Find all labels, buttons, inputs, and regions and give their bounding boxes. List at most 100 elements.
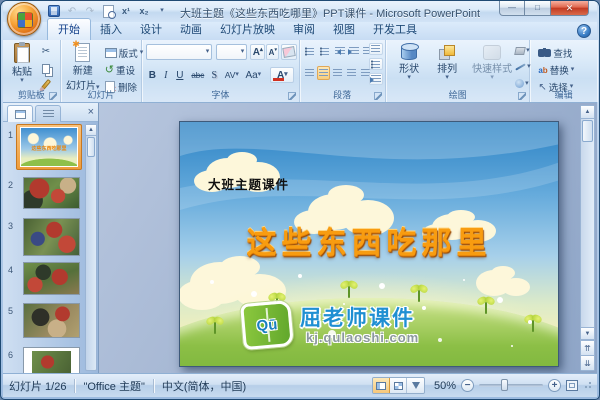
resize-grip[interactable]	[583, 381, 591, 390]
undo-button[interactable]: ↶	[65, 4, 79, 18]
slide-sorter-view-button[interactable]	[390, 378, 407, 393]
slide-thumbnail-4[interactable]	[23, 262, 80, 295]
shape-effects-button[interactable]: ▾	[515, 79, 529, 88]
slide-canvas[interactable]: 大班主题课件 这些东西吃那里 Qū 屈老师课件 kj.qulaoshi.com	[179, 121, 559, 367]
slide-subtitle-text[interactable]: 大班主题课件	[208, 174, 289, 193]
panel-scrollbar[interactable]: ▲	[85, 124, 97, 371]
panel-scroll-up-button[interactable]: ▲	[86, 125, 96, 136]
shrink-font-button[interactable]: A ▾	[266, 44, 280, 60]
minimize-button[interactable]: —	[499, 1, 525, 16]
copy-button[interactable]	[35, 61, 57, 76]
drawing-dialog-launcher[interactable]	[518, 92, 527, 100]
save-button[interactable]	[47, 4, 61, 18]
normal-view-button[interactable]	[373, 378, 390, 393]
previous-slide-button[interactable]: ⇈	[581, 340, 594, 355]
font-dialog-launcher[interactable]	[287, 92, 296, 100]
language-indicator[interactable]: 中文(简体，中国)	[162, 378, 246, 394]
slide-1-mini-title: 这些东西吃那里	[31, 146, 67, 152]
fit-to-window-button[interactable]	[566, 380, 578, 391]
paragraph-dialog-launcher[interactable]	[374, 92, 383, 100]
zoom-slider[interactable]	[479, 379, 543, 391]
slides-tab[interactable]	[7, 105, 33, 122]
convert-smartart-button[interactable]	[368, 73, 383, 85]
tab-design[interactable]: 设计	[131, 19, 171, 40]
tab-developer[interactable]: 开发工具	[364, 19, 426, 40]
text-shadow-button[interactable]: S	[208, 67, 220, 83]
slide-thumbnail-6[interactable]	[23, 347, 80, 373]
shape-outline-button[interactable]: ▾	[515, 63, 531, 71]
subscript-button[interactable]: x₂	[137, 4, 151, 18]
bullets-button[interactable]	[303, 44, 316, 58]
slide-thumbnail-2[interactable]	[23, 177, 80, 209]
editor-scrollbar-thumb[interactable]	[582, 120, 593, 142]
scroll-up-button[interactable]: ▲	[581, 106, 594, 119]
slide-thumbnail-5[interactable]	[23, 303, 80, 338]
quick-styles-button[interactable]: 快速样式 ▾	[468, 45, 516, 81]
qat-customize-button[interactable]: ▾	[155, 4, 169, 18]
text-direction-button[interactable]	[368, 43, 383, 55]
print-preview-button[interactable]	[101, 4, 116, 19]
help-button[interactable]: ?	[577, 24, 591, 38]
strikethrough-button[interactable]: abc	[189, 67, 206, 83]
font-name-combobox[interactable]: ▾	[146, 44, 213, 60]
zoom-in-button[interactable]: +	[548, 379, 561, 392]
tab-animations[interactable]: 动画	[171, 19, 211, 40]
slideshow-view-button[interactable]	[407, 378, 424, 393]
align-left-button[interactable]	[303, 66, 316, 80]
editor-scrollbar[interactable]: ▲ ▼ ⇈ ⇊	[580, 105, 595, 371]
panel-close-button[interactable]: ×	[88, 106, 94, 118]
tab-insert[interactable]: 插入	[91, 19, 131, 40]
underline-button[interactable]: U	[173, 67, 186, 83]
outline-tab[interactable]	[35, 105, 61, 122]
reset-button[interactable]: ↺ 重设	[105, 63, 135, 78]
tab-review[interactable]: 审阅	[284, 19, 324, 40]
character-spacing-button[interactable]: AV ▾	[222, 67, 241, 83]
theme-name[interactable]: "Office 主题"	[83, 378, 144, 394]
slide-thumbnail-1-selected[interactable]: 这些东西吃那里	[16, 124, 82, 170]
new-slide-button[interactable]: ✱ 新建 幻灯片▾	[63, 39, 103, 92]
increase-indent-button[interactable]	[348, 44, 361, 58]
align-text-button[interactable]	[368, 58, 383, 70]
shapes-button[interactable]: 形状 ▾	[392, 43, 426, 81]
change-case-button[interactable]: Aa ▾	[243, 67, 263, 83]
justify-button[interactable]	[345, 66, 358, 80]
slide-thumbnail-3[interactable]	[23, 218, 80, 256]
normal-view-icon	[376, 381, 386, 390]
shape-fill-button[interactable]: ▾	[514, 47, 530, 55]
redo-button[interactable]: ↷	[83, 4, 97, 18]
align-right-button[interactable]	[331, 66, 344, 80]
scroll-down-button[interactable]: ▼	[581, 327, 594, 340]
close-button[interactable]: ✕	[551, 1, 589, 16]
cut-button[interactable]: ✂	[35, 44, 57, 59]
align-center-button[interactable]	[316, 66, 330, 80]
chevron-down-icon: ▾	[570, 66, 575, 73]
replace-button[interactable]: ab 替换 ▾	[538, 63, 575, 78]
font-size-combobox[interactable]: ▾	[216, 44, 248, 60]
tab-slideshow[interactable]: 幻灯片放映	[211, 19, 284, 40]
zoom-slider-thumb[interactable]	[501, 379, 508, 391]
panel-scrollbar-thumb[interactable]	[87, 137, 95, 157]
layout-button[interactable]: 版式 ▾	[104, 46, 143, 60]
bold-button[interactable]: B	[146, 67, 158, 83]
arrange-button[interactable]: 排列 ▾	[430, 45, 464, 81]
decrease-indent-button[interactable]	[334, 44, 347, 58]
next-slide-button[interactable]: ⇊	[581, 355, 594, 370]
italic-button[interactable]: I	[160, 67, 171, 83]
minus-icon: −	[464, 379, 471, 391]
office-button[interactable]	[7, 2, 41, 36]
superscript-button[interactable]: x¹	[119, 4, 133, 18]
zoom-out-button[interactable]: −	[461, 379, 474, 392]
font-color-button[interactable]: A ▾	[270, 67, 295, 83]
grow-font-button[interactable]: A ▴	[250, 44, 266, 60]
slide-number: 3	[8, 221, 14, 231]
find-button[interactable]: 查找	[538, 46, 572, 60]
tab-home[interactable]: 开始	[47, 18, 91, 40]
zoom-level[interactable]: 50%	[430, 380, 456, 392]
clear-formatting-button[interactable]	[281, 44, 298, 60]
numbering-button[interactable]	[318, 44, 331, 58]
clipboard-dialog-launcher[interactable]	[48, 92, 57, 100]
maximize-button[interactable]: □	[525, 1, 551, 16]
tab-view[interactable]: 视图	[324, 19, 364, 40]
slide-title-text[interactable]: 这些东西吃那里	[180, 218, 558, 262]
paste-button[interactable]: 粘贴 ▾	[7, 42, 37, 84]
